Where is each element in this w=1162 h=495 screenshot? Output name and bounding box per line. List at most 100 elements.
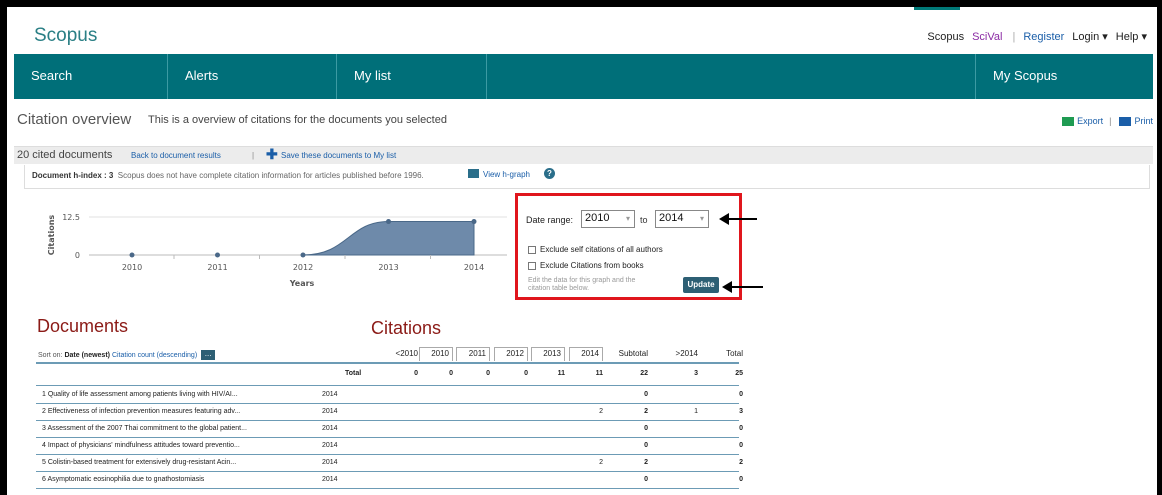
end-year-select[interactable]: 2014 ▾ (655, 210, 709, 228)
export-print-links: Export | Print (1054, 116, 1153, 126)
document-title-link[interactable]: 4 Impact of physicians' mindfulness atti… (42, 442, 240, 449)
total-cell: 0 (449, 370, 453, 377)
citation-area (302, 221, 475, 256)
row-rule (36, 471, 739, 472)
sort-citation-option[interactable]: Citation count (descending) (112, 352, 197, 359)
h-index-note: Scopus does not have complete citation i… (117, 171, 424, 180)
register-link[interactable]: Register (1023, 31, 1064, 43)
document-year: 2014 (322, 391, 338, 398)
citation-cell: 0 (644, 425, 648, 432)
nav-my-list[interactable]: My list (337, 54, 487, 99)
column-header: 2010 (419, 347, 453, 361)
column-header: 2012 (494, 347, 528, 361)
data-point (300, 252, 306, 258)
date-range-label: Date range: (526, 215, 574, 225)
login-menu[interactable]: Login ▾ (1072, 30, 1108, 43)
column-header: Total (726, 349, 743, 358)
export-link[interactable]: Export (1077, 116, 1103, 126)
y-tick-label: 12.5 (62, 213, 80, 222)
nav-spacer (487, 54, 976, 99)
y-tick-label: 0 (75, 251, 80, 260)
help-menu[interactable]: Help ▾ (1116, 30, 1147, 43)
exclude-self-checkbox[interactable] (528, 245, 536, 254)
annotation-arrow (722, 281, 763, 293)
citation-cell: 2 (599, 459, 603, 466)
exclude-self-citations-option[interactable]: Exclude self citations of all authors (528, 245, 663, 254)
column-header: 2014 (569, 347, 603, 361)
sort-options: Sort on: Date (newest) Citation count (d… (38, 350, 216, 360)
scopus-link[interactable]: Scopus (927, 31, 964, 43)
citation-cell: 0 (739, 425, 743, 432)
scopus-page: Scopus Scopus SciVal | Register Login ▾ … (7, 7, 1157, 495)
total-cell: 11 (595, 370, 603, 377)
end-year-value: 2014 (659, 212, 684, 224)
exclude-books-label: Exclude Citations from books (540, 261, 644, 270)
save-to-list-link[interactable]: Save these documents to My list (281, 151, 396, 160)
citation-cell: 2 (644, 408, 648, 415)
total-label: Total (345, 370, 362, 377)
h-graph-icon[interactable] (468, 169, 479, 178)
total-cell: 11 (557, 370, 565, 377)
annotation-arrow (719, 213, 757, 225)
row-rule (36, 403, 739, 404)
help-icon[interactable]: ? (544, 168, 555, 179)
x-tick-label: 2012 (293, 263, 313, 272)
exclude-books-checkbox[interactable] (528, 261, 536, 270)
start-year-value: 2010 (585, 212, 610, 224)
back-to-results-link[interactable]: Back to document results (131, 151, 221, 160)
citations-chart: 2010 2011 2012 2013 2014 12.5 0 Years Citations (47, 213, 507, 288)
title-row: Citation overview This is a overview of … (14, 111, 1153, 135)
sort-date-option[interactable]: Date (newest) (64, 352, 110, 359)
edit-hint: Edit the data for this graph and the cit… (528, 277, 636, 292)
citation-cell: 2 (644, 459, 648, 466)
print-link[interactable]: Print (1134, 116, 1153, 126)
nav-search[interactable]: Search (14, 54, 168, 99)
column-header: Subtotal (618, 349, 648, 358)
data-point (129, 252, 135, 258)
page-subtitle: This is a overview of citations for the … (148, 114, 447, 126)
total-cell: 0 (486, 370, 490, 377)
citation-cell: 1 (694, 408, 698, 415)
view-h-graph-link[interactable]: View h-graph (483, 170, 530, 179)
document-year: 2014 (322, 425, 338, 432)
column-header: 2013 (531, 347, 565, 361)
add-icon[interactable]: ✚ (266, 146, 278, 163)
document-title-link[interactable]: 2 Effectiveness of infection prevention … (42, 408, 240, 415)
citation-cell: 0 (644, 442, 648, 449)
document-year: 2014 (322, 408, 338, 415)
print-icon[interactable] (1119, 116, 1132, 126)
x-tick-label: 2013 (378, 263, 398, 272)
start-year-select[interactable]: 2010 ▾ (581, 210, 635, 228)
document-year: 2014 (322, 459, 338, 466)
citation-cell: 0 (739, 476, 743, 483)
row-rule (36, 454, 739, 455)
update-button[interactable]: Update (683, 277, 719, 293)
main-nav: Search Alerts My list My Scopus (14, 54, 1153, 99)
data-point (471, 219, 477, 225)
top-links: Scopus SciVal | Register Login ▾ Help ▾ (919, 30, 1147, 44)
document-title-link[interactable]: 3 Assessment of the 2007 Thai commitment… (42, 425, 247, 432)
date-range-panel: Date range: 2010 ▾ to 2014 ▾ Exclude sel… (515, 193, 742, 300)
chevron-down-icon: ▾ (625, 214, 630, 223)
column-header: >2014 (675, 349, 698, 358)
export-icon[interactable] (1062, 116, 1075, 126)
data-point (215, 252, 220, 258)
citation-cell: 0 (739, 391, 743, 398)
header-rule (36, 363, 739, 364)
exclude-books-option[interactable]: Exclude Citations from books (528, 261, 644, 270)
top-accent-bar (914, 7, 960, 10)
row-rule (36, 385, 739, 386)
divider: | (252, 151, 255, 160)
document-title-link[interactable]: 5 Colistin-based treatment for extensive… (42, 459, 236, 466)
scopus-logo[interactable]: Scopus (34, 25, 97, 47)
column-header: 2011 (456, 347, 490, 361)
h-index-bar: Document h-index : 3 Scopus does not hav… (24, 165, 1150, 189)
scival-link[interactable]: SciVal (972, 31, 1002, 43)
document-title-link[interactable]: 1 Quality of life assessment among patie… (42, 391, 238, 398)
document-title-link[interactable]: 6 Asymptomatic eosinophilia due to gnath… (42, 476, 204, 483)
nav-my-scopus[interactable]: My Scopus (976, 54, 1153, 99)
nav-alerts[interactable]: Alerts (168, 54, 337, 99)
more-sort-options-button[interactable]: ... (201, 350, 216, 360)
documents-heading: Documents (37, 316, 129, 336)
citation-cell: 0 (644, 391, 648, 398)
